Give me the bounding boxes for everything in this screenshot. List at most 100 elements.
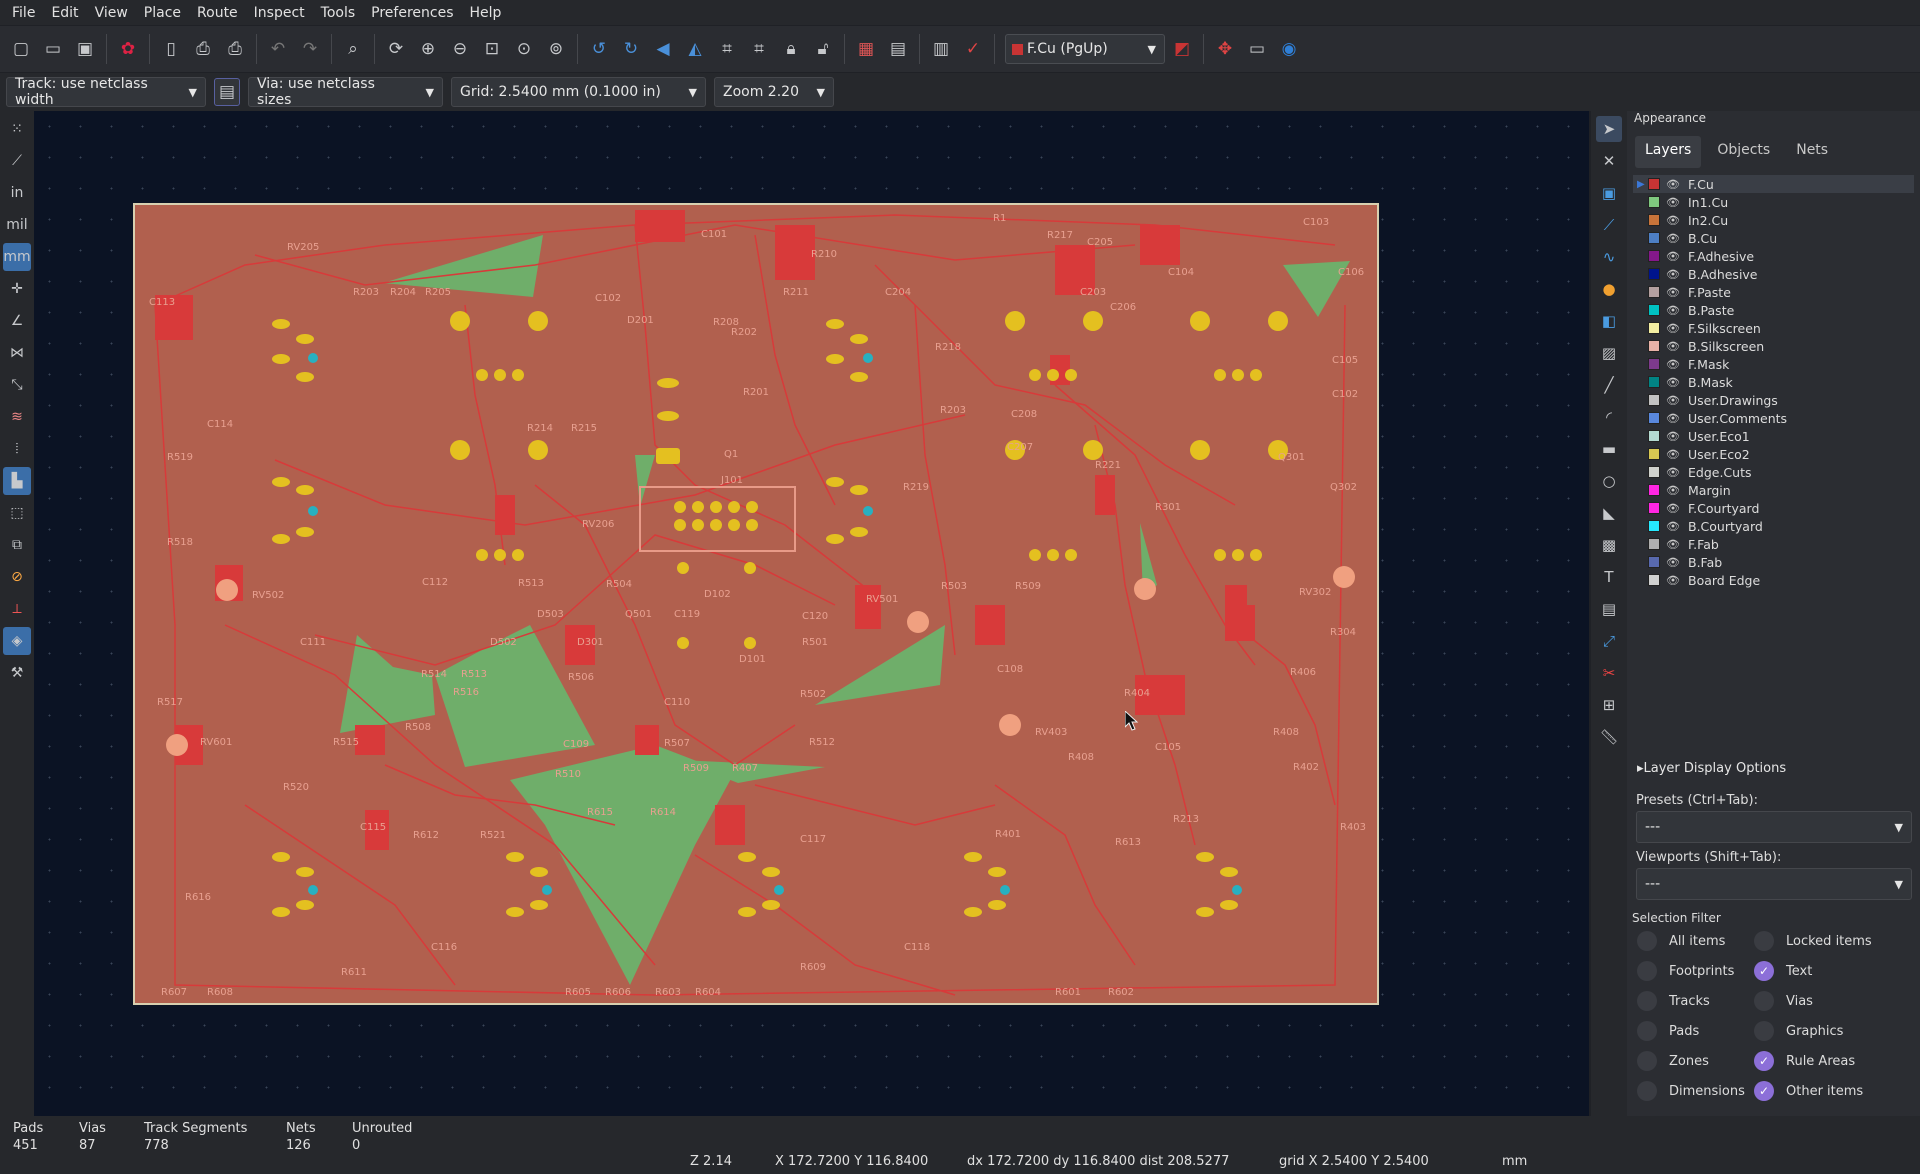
layer-row[interactable]: 👁︎ User.Drawings xyxy=(1633,391,1914,409)
checkbox-unchecked-icon[interactable] xyxy=(1637,991,1657,1011)
layer-row[interactable]: 👁︎ B.Silkscreen xyxy=(1633,337,1914,355)
selection-filter-item[interactable]: Footprints xyxy=(1637,961,1754,981)
visibility-eye-icon[interactable]: 👁︎ xyxy=(1666,574,1682,587)
zone-outline-icon[interactable]: ⬚ xyxy=(3,499,31,527)
layer-row[interactable]: 👁︎ User.Eco1 xyxy=(1633,427,1914,445)
menu-inspect[interactable]: Inspect xyxy=(246,5,313,21)
via-size-dropdown[interactable]: Via: use netclass sizes ▼ xyxy=(248,76,443,108)
checkbox-unchecked-icon[interactable] xyxy=(1754,931,1774,951)
zoom-selection-icon[interactable]: ⊚ xyxy=(541,34,571,64)
layer-color-swatch[interactable] xyxy=(1648,196,1660,208)
print-icon[interactable]: ⎙ xyxy=(188,34,218,64)
rotate-cw-icon[interactable]: ↻ xyxy=(616,34,646,64)
lock-icon[interactable]: 🔒︎ xyxy=(776,34,806,64)
menu-tools[interactable]: Tools xyxy=(313,5,364,21)
zoom-dropdown[interactable]: Zoom 2.20 ▼ xyxy=(714,77,834,107)
layer-row[interactable]: 👁︎ B.Paste xyxy=(1633,301,1914,319)
route-track-icon[interactable]: ⟋ xyxy=(1596,212,1622,238)
tab-objects[interactable]: Objects xyxy=(1707,136,1780,168)
flip-icon[interactable]: ◀ xyxy=(648,34,678,64)
layer-row[interactable]: 👁︎ F.Courtyard xyxy=(1633,499,1914,517)
visibility-eye-icon[interactable]: 👁︎ xyxy=(1666,196,1682,209)
layer-row[interactable]: 👁︎ Board Edge xyxy=(1633,571,1914,589)
pad-outline-icon[interactable]: ⧉ xyxy=(3,531,31,559)
layer-color-swatch[interactable] xyxy=(1648,466,1660,478)
layer-color-swatch[interactable] xyxy=(1648,286,1660,298)
layer-color-swatch[interactable] xyxy=(1648,340,1660,352)
selection-filter-item[interactable]: ✓ Text xyxy=(1754,961,1904,981)
checkbox-checked-icon[interactable]: ✓ xyxy=(1754,961,1774,981)
pcb-board[interactable]: RV205 R203 R204 R205 C113 C114 R519 R518… xyxy=(133,203,1379,1005)
visibility-eye-icon[interactable]: 👁︎ xyxy=(1666,250,1682,263)
layer-color-swatch[interactable] xyxy=(1648,394,1660,406)
select-tool-icon[interactable]: ➤ xyxy=(1596,116,1622,142)
zoom-out-icon[interactable]: ⊖ xyxy=(445,34,475,64)
scripting-icon[interactable]: ✥ xyxy=(1210,34,1240,64)
layer-row[interactable]: 👁︎ F.Silkscreen xyxy=(1633,319,1914,337)
menu-route[interactable]: Route xyxy=(189,5,246,21)
cursor-shape-icon[interactable]: ✛ xyxy=(3,275,31,303)
layer-row[interactable]: 👁︎ B.Cu xyxy=(1633,229,1914,247)
layer-color-swatch[interactable] xyxy=(1648,430,1660,442)
checkbox-unchecked-icon[interactable] xyxy=(1637,1051,1657,1071)
layer-row[interactable]: 👁︎ F.Mask xyxy=(1633,355,1914,373)
menu-preferences[interactable]: Preferences xyxy=(363,5,461,21)
zoom-fit-icon[interactable]: ⊡ xyxy=(477,34,507,64)
layer-color-swatch[interactable] xyxy=(1648,250,1660,262)
checkbox-unchecked-icon[interactable] xyxy=(1754,1021,1774,1041)
jlcpcb-plugin-icon[interactable]: ◉ xyxy=(1274,34,1304,64)
layer-color-swatch[interactable] xyxy=(1648,538,1660,550)
zoom-objects-icon[interactable]: ⊙ xyxy=(509,34,539,64)
presets-dropdown[interactable]: --- ▼ xyxy=(1636,811,1912,843)
open-icon[interactable]: ▭ xyxy=(38,34,68,64)
zone-fill-icon[interactable]: ▙ xyxy=(3,467,31,495)
add-footprint-icon[interactable]: ▣ xyxy=(1596,180,1622,206)
layer-color-swatch[interactable] xyxy=(1648,484,1660,496)
visibility-eye-icon[interactable]: 👁︎ xyxy=(1666,178,1682,191)
layer-row[interactable]: 👁︎ B.Courtyard xyxy=(1633,517,1914,535)
tab-layers[interactable]: Layers xyxy=(1635,136,1702,168)
checkbox-checked-icon[interactable]: ✓ xyxy=(1754,1081,1774,1101)
save-icon[interactable]: ▣ xyxy=(70,34,100,64)
layer-row[interactable]: 👁︎ B.Mask xyxy=(1633,373,1914,391)
find-icon[interactable]: ⌕ xyxy=(338,34,368,64)
grid-toggle-icon[interactable]: ⁙ xyxy=(3,115,31,143)
plot-icon[interactable]: ⎙ xyxy=(220,34,250,64)
layer-color-swatch[interactable] xyxy=(1648,520,1660,532)
add-rule-area-icon[interactable]: ▨ xyxy=(1596,340,1622,366)
via-outline-icon[interactable]: ⦙ xyxy=(3,435,31,463)
checkbox-unchecked-icon[interactable] xyxy=(1637,931,1657,951)
visibility-eye-icon[interactable]: 👁︎ xyxy=(1666,268,1682,281)
visibility-eye-icon[interactable]: 👁︎ xyxy=(1666,412,1682,425)
selection-filter-item[interactable]: ✓ Rule Areas xyxy=(1754,1051,1904,1071)
layer-display-options-toggle[interactable]: ▸Layer Display Options xyxy=(1637,761,1786,776)
visibility-eye-icon[interactable]: 👁︎ xyxy=(1666,358,1682,371)
draw-polygon-icon[interactable]: ◣ xyxy=(1596,500,1622,526)
pcb-canvas[interactable]: RV205 R203 R204 R205 C113 C114 R519 R518… xyxy=(34,111,1589,1116)
visibility-eye-icon[interactable]: 👁︎ xyxy=(1666,394,1682,407)
layer-color-swatch[interactable] xyxy=(1648,322,1660,334)
layer-color-swatch[interactable] xyxy=(1648,412,1660,424)
visibility-eye-icon[interactable]: 👁︎ xyxy=(1666,484,1682,497)
microwave-icon[interactable]: ⟂ xyxy=(3,595,31,623)
board-setup-icon[interactable]: ✿ xyxy=(113,34,143,64)
menu-view[interactable]: View xyxy=(87,5,136,21)
viewports-dropdown[interactable]: --- ▼ xyxy=(1636,868,1912,900)
rotate-ccw-icon[interactable]: ↺ xyxy=(584,34,614,64)
layer-row[interactable]: 👁︎ Edge.Cuts xyxy=(1633,463,1914,481)
draw-rectangle-icon[interactable]: ▬ xyxy=(1596,436,1622,462)
selection-filter-item[interactable]: Graphics xyxy=(1754,1021,1904,1041)
checkbox-unchecked-icon[interactable] xyxy=(1637,1021,1657,1041)
local-ratsnest-icon[interactable]: ✕ xyxy=(1596,148,1622,174)
add-via-icon[interactable]: ● xyxy=(1596,276,1622,302)
layer-row[interactable]: 👁︎ In2.Cu xyxy=(1633,211,1914,229)
visibility-eye-icon[interactable]: 👁︎ xyxy=(1666,322,1682,335)
layer-color-swatch[interactable] xyxy=(1648,178,1660,190)
units-inch-button[interactable]: in xyxy=(3,179,31,207)
menu-file[interactable]: File xyxy=(4,5,43,21)
track-width-dropdown[interactable]: Track: use netclass width ▼ xyxy=(6,76,206,108)
redo-icon[interactable]: ↷ xyxy=(295,34,325,64)
measure-icon[interactable]: 📏︎ xyxy=(1596,724,1622,750)
visibility-eye-icon[interactable]: 👁︎ xyxy=(1666,538,1682,551)
layer-row[interactable]: 👁︎ B.Adhesive xyxy=(1633,265,1914,283)
